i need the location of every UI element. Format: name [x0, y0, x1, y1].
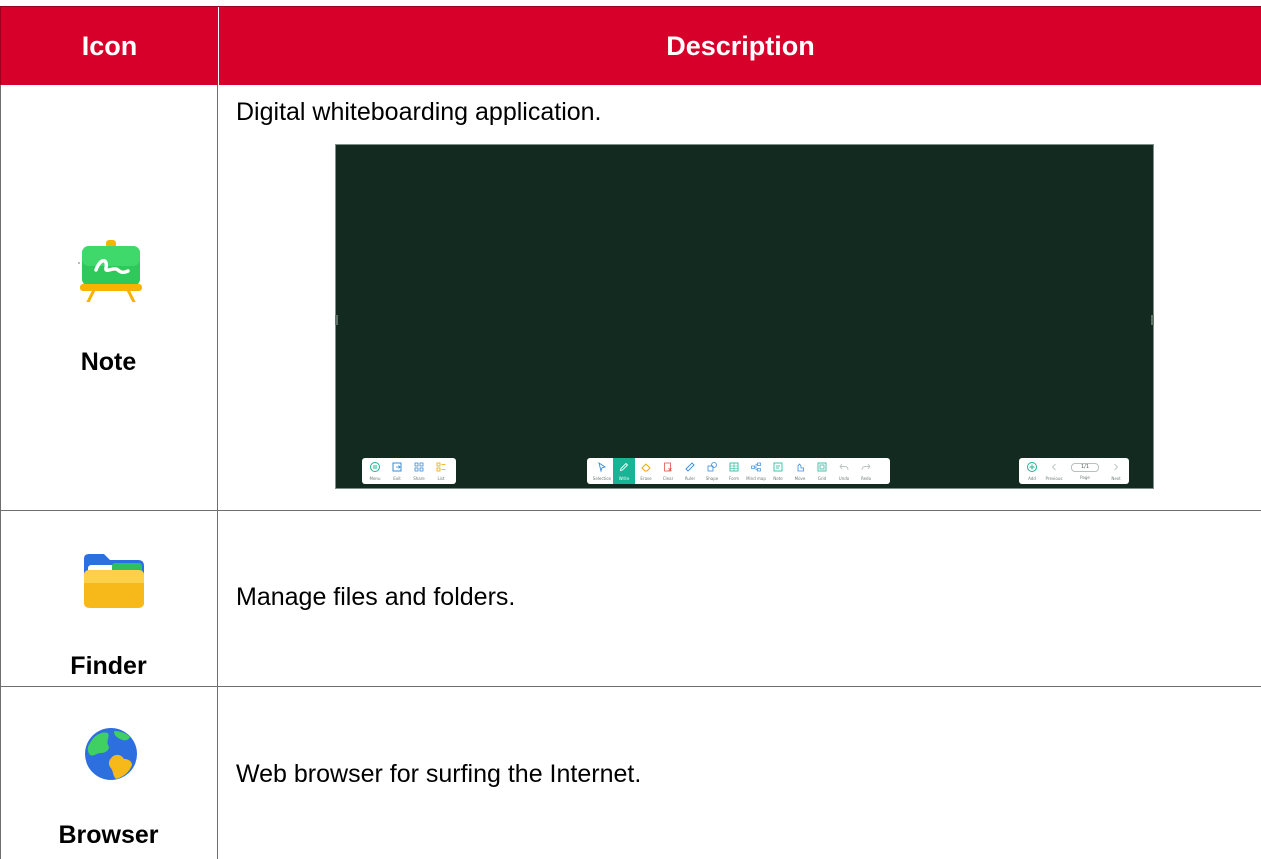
list-icon	[436, 462, 446, 472]
note-label: Note	[773, 476, 783, 481]
selection-icon	[598, 461, 607, 473]
mind-map-label: Mind map	[746, 476, 766, 481]
header-icon-column: Icon	[81, 31, 138, 61]
header-description-column: Description	[666, 31, 815, 61]
shape-button[interactable]: Shape	[701, 458, 723, 484]
ruler-icon	[685, 462, 695, 472]
undo-button[interactable]: Undo	[833, 458, 855, 484]
shape-label: Shape	[705, 476, 719, 481]
table-row-divider	[0, 510, 1261, 511]
app-description-finder: Manage files and folders.	[236, 583, 516, 611]
previous-page-button[interactable]: Previous	[1043, 458, 1065, 484]
redo-icon	[861, 463, 871, 471]
note-icon	[773, 462, 783, 472]
redo-button[interactable]: Redo	[855, 458, 877, 484]
list-label: List	[437, 476, 445, 481]
menu-button[interactable]: Menu	[364, 458, 386, 484]
app-name-note: Note	[80, 348, 137, 376]
chevron-left-icon	[1051, 463, 1056, 471]
page-number: 1/1	[1071, 463, 1099, 472]
page-label: Page	[1080, 475, 1090, 480]
add-label: Add	[1028, 476, 1036, 481]
left-toolbar: Menu Exit Share List	[362, 458, 456, 484]
left-edge-handle	[335, 315, 338, 325]
grid-icon	[817, 462, 827, 472]
move-label: Move	[794, 476, 806, 481]
move-icon	[797, 463, 804, 472]
previous-label: Previous	[1045, 476, 1063, 481]
exit-icon	[392, 462, 402, 472]
add-page-button[interactable]: Add	[1021, 458, 1043, 484]
ruler-label: Ruler	[684, 476, 696, 481]
app-description-browser: Web browser for surfing the Internet.	[236, 760, 642, 788]
menu-label: Menu	[369, 476, 381, 481]
write-icon	[619, 462, 629, 472]
table-row-divider	[0, 686, 1261, 687]
mind-map-icon	[751, 462, 761, 472]
note-button[interactable]: Note	[767, 458, 789, 484]
selection-label: Selection	[592, 476, 612, 481]
list-button[interactable]: List	[430, 458, 452, 484]
selection-button[interactable]: Selection	[591, 458, 613, 484]
menu-icon	[370, 462, 380, 472]
undo-icon	[839, 463, 849, 471]
clear-icon	[664, 462, 672, 472]
app-name-finder: Finder	[70, 652, 147, 680]
undo-label: Undo	[838, 476, 850, 481]
whiteboard-screenshot: Menu Exit Share List Selection Write Era…	[335, 144, 1154, 489]
erase-button[interactable]: Erase	[635, 458, 657, 484]
exit-button[interactable]: Exit	[386, 458, 408, 484]
erase-icon	[641, 463, 651, 472]
grid-label: Grid	[817, 476, 827, 481]
table-left-border	[0, 85, 1, 859]
browser-globe-icon	[84, 727, 138, 781]
share-label: Share	[413, 476, 425, 481]
finder-folder-icon	[82, 553, 146, 609]
page-indicator[interactable]: 1/1 Page	[1065, 458, 1105, 484]
redo-label: Redo	[860, 476, 872, 481]
add-icon	[1027, 462, 1037, 472]
clear-label: Clear	[662, 476, 674, 481]
table-header: Icon Description	[0, 6, 1261, 86]
exit-label: Exit	[393, 476, 401, 481]
chevron-right-icon	[1114, 463, 1119, 471]
right-edge-handle	[1151, 315, 1154, 325]
mind-map-button[interactable]: Mind map	[745, 458, 767, 484]
center-toolbar: Selection Write Erase Clear Ruler Shape …	[587, 458, 890, 484]
next-page-button[interactable]: Next	[1105, 458, 1127, 484]
shape-icon	[707, 462, 717, 472]
form-icon	[729, 462, 739, 472]
write-button[interactable]: Write	[613, 458, 635, 484]
right-toolbar: Add Previous 1/1 Page Next	[1019, 458, 1129, 484]
note-app-icon	[78, 240, 144, 304]
next-label: Next	[1111, 476, 1121, 481]
share-icon	[414, 462, 424, 472]
ruler-button[interactable]: Ruler	[679, 458, 701, 484]
clear-button[interactable]: Clear	[657, 458, 679, 484]
form-button[interactable]: Form	[723, 458, 745, 484]
erase-label: Erase	[640, 476, 652, 481]
table-column-divider	[217, 85, 218, 859]
write-label: Write	[618, 476, 630, 481]
grid-button[interactable]: Grid	[811, 458, 833, 484]
move-button[interactable]: Move	[789, 458, 811, 484]
form-label: Form	[728, 476, 740, 481]
app-description-note: Digital whiteboarding application.	[236, 98, 602, 126]
share-button[interactable]: Share	[408, 458, 430, 484]
app-name-browser: Browser	[58, 821, 159, 849]
